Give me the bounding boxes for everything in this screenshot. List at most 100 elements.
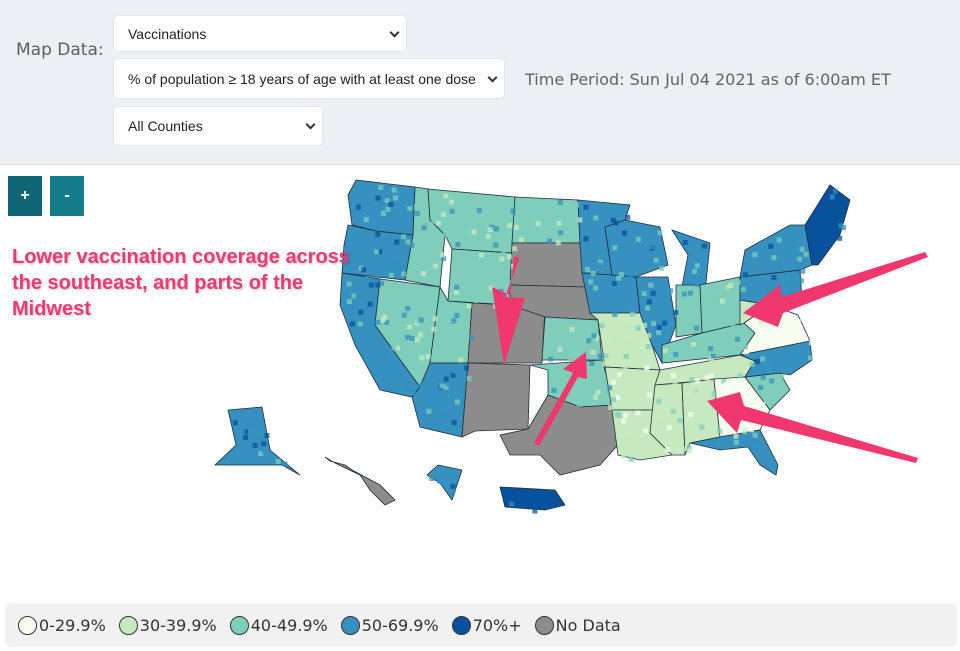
county-cell (593, 215, 599, 221)
county-cell (612, 245, 618, 251)
county-cell (728, 283, 734, 288)
county-cell (704, 375, 710, 381)
county-cell (426, 408, 432, 414)
county-cell (589, 361, 595, 366)
county-cell (607, 339, 613, 344)
county-cell (414, 217, 420, 223)
county-cell (673, 352, 679, 358)
county-cell (458, 357, 464, 363)
county-cell (425, 353, 431, 359)
us-county-map[interactable] (0, 165, 960, 595)
county-cell (393, 195, 398, 201)
legend-item[interactable]: 0-29.9% (18, 615, 106, 635)
county-cell (666, 425, 672, 431)
county-cell (535, 221, 541, 226)
county-cell (776, 237, 782, 243)
county-cell (735, 280, 741, 286)
region-new-mexico[interactable] (461, 362, 531, 438)
county-cell (721, 321, 727, 327)
county-cell (677, 418, 683, 424)
county-cell (409, 336, 415, 341)
county-cell (363, 217, 369, 222)
county-cell (619, 272, 625, 277)
county-cell (414, 337, 420, 343)
county-cell (660, 284, 666, 290)
county-cell (550, 349, 556, 355)
arrow-georgia (707, 392, 918, 463)
county-cell (803, 251, 809, 257)
county-cell (705, 312, 711, 318)
legend-item[interactable]: 40-49.9% (229, 615, 328, 635)
legend-item[interactable]: 50-69.9% (340, 615, 439, 635)
county-cell (349, 321, 355, 327)
county-cell (457, 195, 463, 201)
county-cell (418, 317, 424, 323)
county-cell (366, 342, 372, 347)
county-cell (648, 282, 654, 288)
county-cell (797, 227, 803, 233)
county-cell (456, 294, 462, 300)
county-cell (799, 246, 805, 252)
county-cell (485, 234, 491, 240)
county-cell (688, 412, 694, 417)
county-cell (781, 387, 787, 393)
county-cell (388, 202, 394, 208)
county-cell (361, 267, 367, 273)
county-cell (405, 295, 411, 301)
county-cell (699, 424, 705, 430)
metric-select[interactable]: % of population ≥ 18 years of age with a… (113, 58, 505, 99)
legend-item[interactable]: 30-39.9% (118, 615, 217, 635)
county-cell (454, 399, 460, 405)
county-cell (611, 281, 617, 286)
region-hawaii[interactable] (324, 456, 396, 506)
county-cell (380, 210, 386, 216)
county-cell (665, 447, 670, 452)
county-cell (419, 355, 425, 361)
county-cell (659, 266, 665, 271)
county-cell (411, 266, 417, 272)
county-cell (653, 315, 659, 321)
county-cell (548, 356, 554, 362)
county-cell (378, 306, 384, 312)
region-district-of-columbia[interactable] (426, 464, 463, 501)
county-cell (752, 340, 758, 346)
legend-label: 50-69.9% (361, 615, 439, 635)
region-south-dakota[interactable] (509, 242, 586, 288)
data-type-select[interactable]: Vaccinations (113, 15, 407, 52)
legend-label: 40-49.9% (250, 615, 328, 635)
county-cell (750, 391, 756, 397)
county-cell (646, 299, 652, 305)
legend-swatch-icon (229, 615, 249, 635)
county-cell (585, 218, 591, 224)
county-cell (424, 286, 430, 292)
county-cell (793, 260, 799, 266)
county-cell (450, 483, 456, 489)
county-cell (375, 231, 381, 237)
region-puerto-rico[interactable] (499, 486, 566, 511)
county-cell (466, 376, 472, 382)
region-north-dakota[interactable] (511, 196, 581, 244)
county-cell (793, 358, 799, 363)
county-cell (551, 387, 557, 393)
county-cell (391, 345, 397, 351)
legend-item[interactable]: No Data (534, 615, 621, 635)
county-cell (588, 279, 594, 285)
county-cell (420, 271, 426, 277)
county-cell (662, 320, 668, 326)
county-cell (625, 214, 631, 220)
county-cell (487, 227, 493, 233)
county-cell (410, 390, 416, 396)
county-cell (662, 348, 668, 354)
county-cell (384, 294, 390, 300)
region-arkansas[interactable] (604, 366, 661, 411)
county-cell (688, 264, 694, 270)
legend-item[interactable]: 70%+ (451, 615, 522, 635)
geography-select[interactable]: All Counties (113, 106, 323, 146)
county-cell (432, 316, 438, 322)
county-cell (446, 307, 452, 313)
county-cell (690, 341, 696, 347)
county-cell (529, 203, 534, 209)
county-cell (439, 383, 445, 389)
county-cell (451, 420, 457, 426)
legend-swatch-icon (18, 615, 37, 635)
